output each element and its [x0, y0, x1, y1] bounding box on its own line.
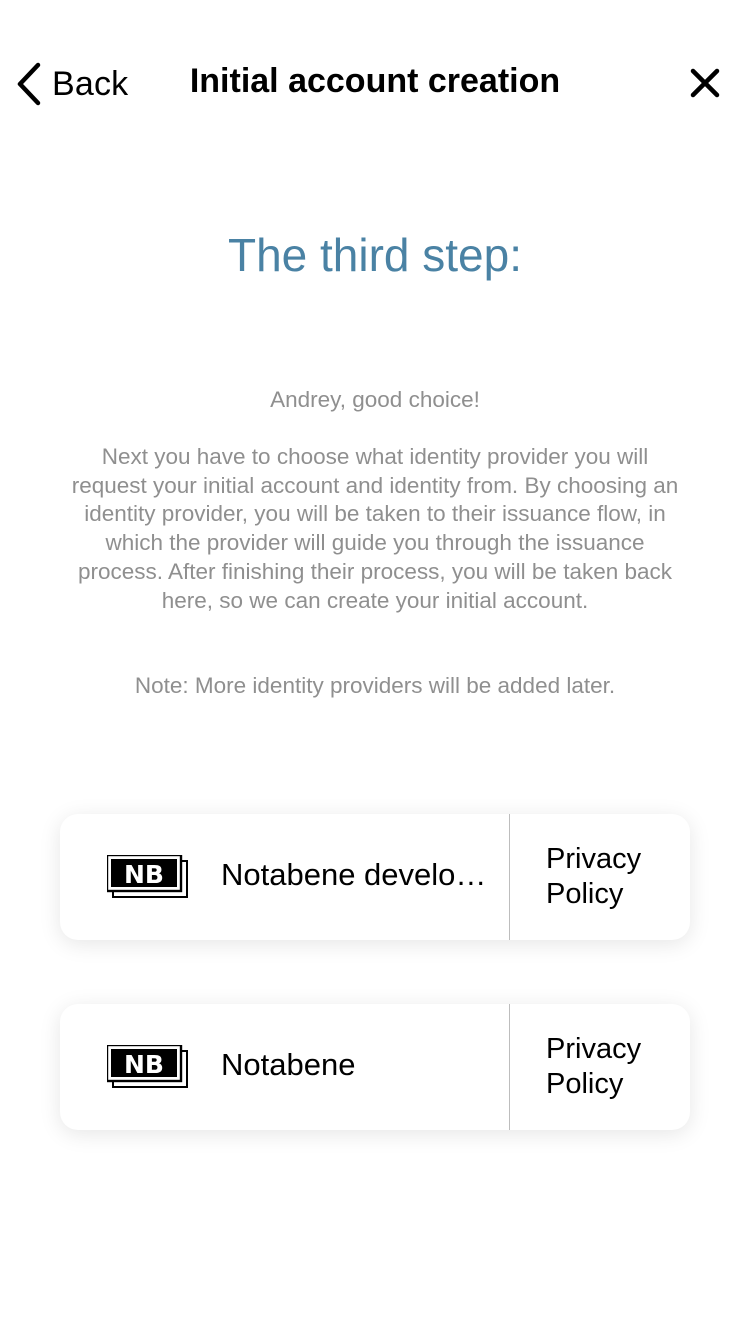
description-text: Next you have to choose what identity pr…: [71, 444, 679, 613]
account-creation-screen: Back Initial account creation The third …: [0, 0, 750, 1334]
provider-select-button[interactable]: NB Notabene development: [60, 814, 509, 940]
step-title: The third step:: [227, 229, 523, 281]
privacy-policy-button[interactable]: Privacy Policy: [510, 1004, 690, 1130]
navigation-bar: Back Initial account creation: [0, 0, 750, 170]
page-title: Initial account creation: [189, 62, 561, 100]
close-button[interactable]: [690, 68, 720, 98]
privacy-policy-label: Privacy Policy: [546, 843, 642, 910]
nb-logo-text: NB: [124, 860, 164, 889]
identity-provider-card: NB Notabene development Privacy Policy: [60, 814, 690, 940]
close-icon: [690, 68, 720, 98]
identity-provider-card: NB Notabene Privacy Policy: [60, 1004, 690, 1130]
note-text: Note: More identity providers will be ad…: [134, 673, 616, 698]
privacy-policy-button[interactable]: Privacy Policy: [510, 814, 690, 940]
nb-logo-text: NB: [124, 1050, 164, 1079]
privacy-policy-label: Privacy Policy: [546, 1033, 642, 1100]
provider-select-button[interactable]: NB Notabene: [60, 1004, 509, 1130]
notabene-logo: NB: [105, 853, 189, 899]
provider-name: Notabene development: [221, 857, 501, 892]
greeting-text: Andrey, good choice!: [270, 387, 480, 412]
notabene-logo: NB: [105, 1043, 189, 1089]
provider-name: Notabene: [221, 1047, 356, 1082]
